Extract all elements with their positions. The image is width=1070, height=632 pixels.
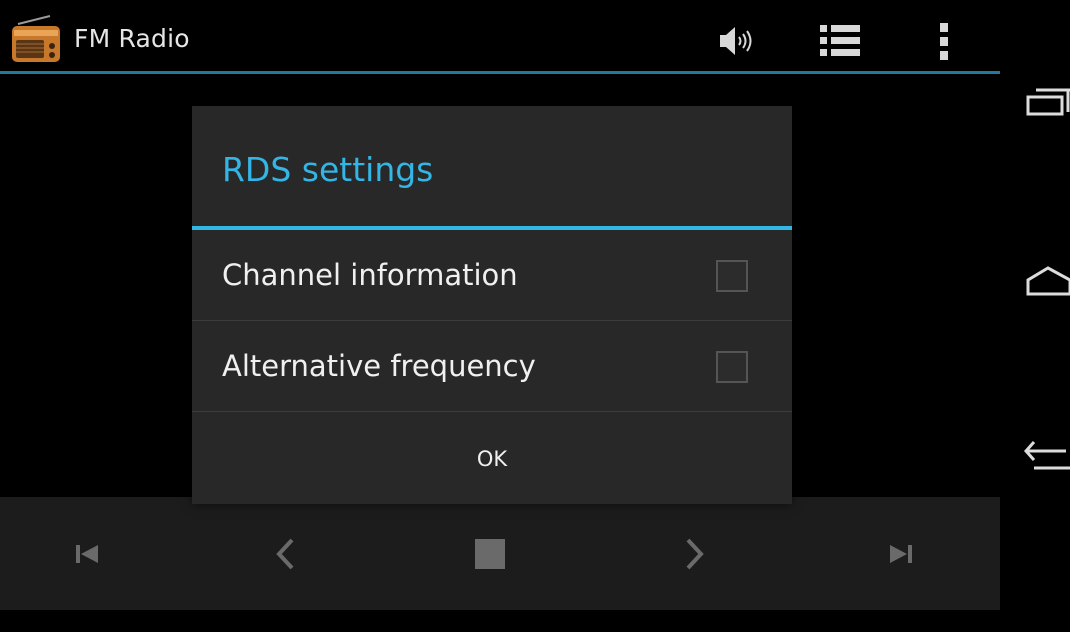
alternative-frequency-checkbox[interactable]	[716, 351, 748, 383]
action-bar-divider	[0, 71, 1000, 74]
app-title: FM Radio	[74, 24, 190, 53]
option-label: Alternative frequency	[222, 349, 536, 383]
control-bar	[0, 497, 1000, 610]
speaker-icon[interactable]	[708, 18, 764, 64]
channel-information-checkbox[interactable]	[716, 260, 748, 292]
skip-next-icon[interactable]	[878, 534, 922, 574]
seek-back-icon[interactable]	[264, 534, 308, 574]
stop-icon[interactable]	[468, 534, 512, 574]
option-channel-information[interactable]: Channel information	[192, 230, 792, 321]
navigation-bar	[1000, 0, 1070, 632]
radio-icon[interactable]	[10, 14, 62, 66]
option-alternative-frequency[interactable]: Alternative frequency	[192, 321, 792, 412]
option-label: Channel information	[222, 258, 518, 292]
list-icon[interactable]	[812, 18, 868, 64]
back-icon[interactable]	[1012, 432, 1070, 482]
screen: FM Radio RDS settings Channel informatio…	[0, 0, 1070, 632]
seek-forward-icon[interactable]	[672, 534, 716, 574]
home-icon[interactable]	[1012, 256, 1070, 306]
action-bar: FM Radio	[0, 8, 1000, 74]
rds-settings-dialog: RDS settings Channel information Alterna…	[192, 106, 792, 504]
dialog-title: RDS settings	[222, 150, 434, 189]
overflow-menu-icon[interactable]	[916, 18, 972, 64]
skip-previous-icon[interactable]	[66, 534, 110, 574]
ok-button[interactable]: OK	[192, 413, 792, 504]
recent-apps-icon[interactable]	[1012, 80, 1070, 130]
